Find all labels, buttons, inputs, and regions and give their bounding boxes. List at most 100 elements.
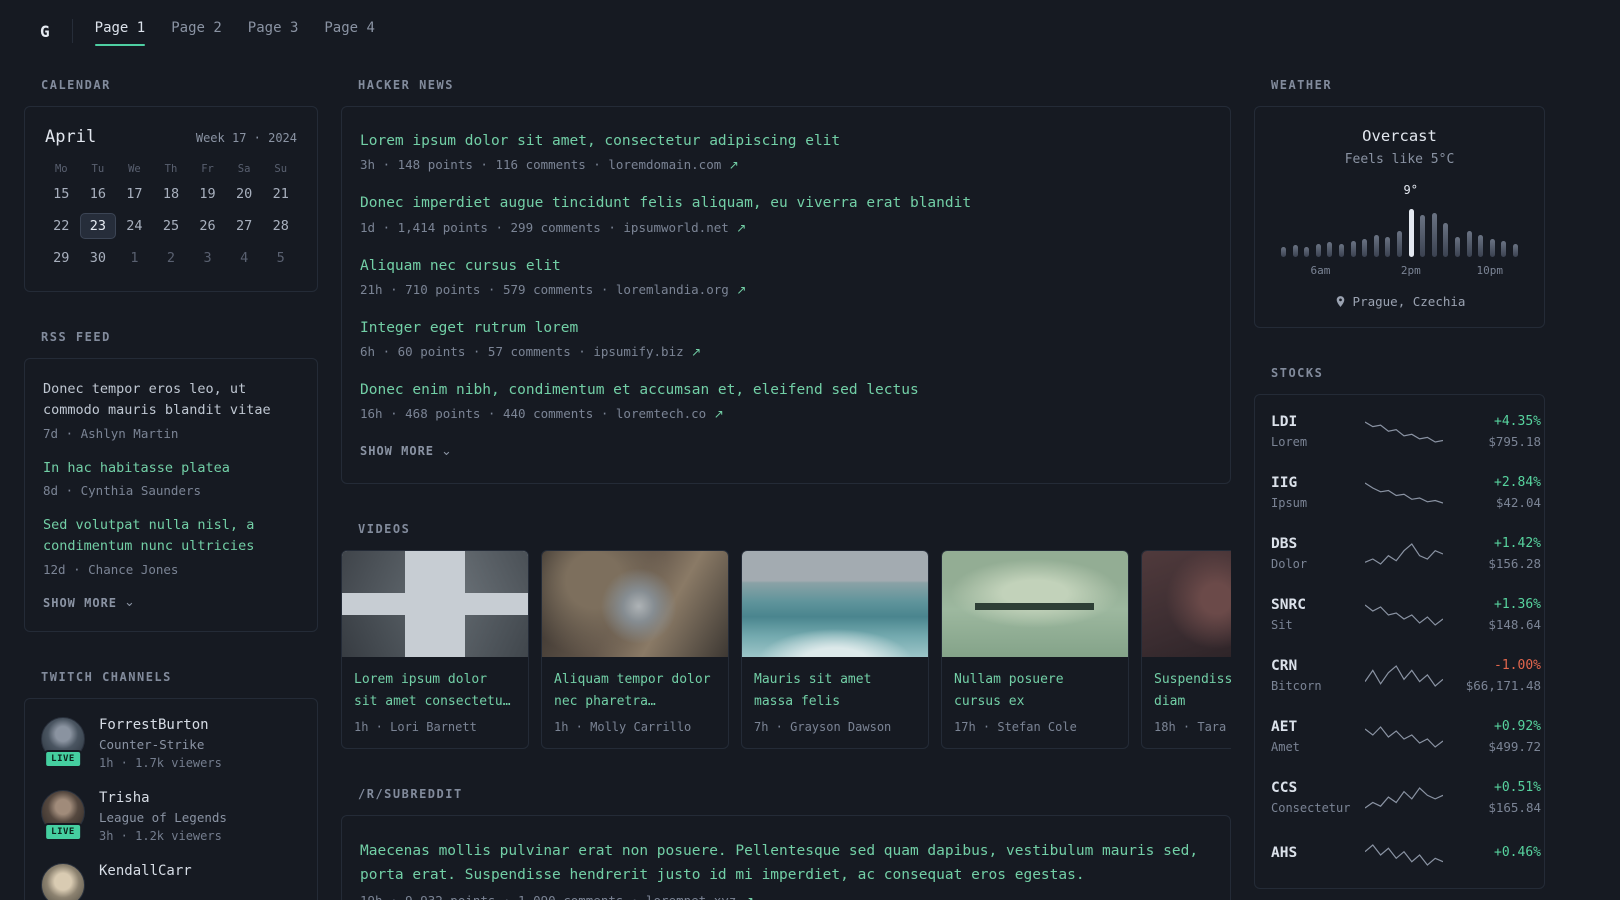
stock-sparkline — [1365, 540, 1443, 568]
hn-story-domain[interactable]: loremlandia.org — [616, 282, 729, 297]
stock-symbol: AHS — [1271, 844, 1298, 861]
calendar-day[interactable]: 28 — [262, 213, 299, 239]
stock-sparkline — [1365, 662, 1443, 690]
app-logo[interactable]: G — [40, 22, 50, 41]
stock-name: Lorem — [1271, 435, 1308, 449]
external-link-icon: ↗ — [736, 220, 747, 235]
reddit-post-title[interactable]: Maecenas mollis pulvinar erat non posuer… — [360, 840, 1212, 888]
live-badge: LIVE — [44, 749, 82, 768]
video-card[interactable]: Mauris sit amet massa felis 7h · Grayson… — [741, 550, 929, 749]
tab-page-3[interactable]: Page 3 — [248, 14, 299, 48]
channel-game[interactable]: League of Legends — [99, 810, 227, 825]
stock-row[interactable]: AHS +0.46% — [1271, 828, 1541, 882]
video-meta: 18h · Tara — [1154, 719, 1227, 734]
calendar-day[interactable]: 15 — [43, 181, 80, 207]
hn-story-domain[interactable]: loremtech.co — [616, 406, 706, 421]
video-thumbnail[interactable] — [742, 551, 928, 658]
hn-show-more-button[interactable]: SHOW MORE ⌄ — [360, 444, 453, 458]
channel-meta: 1h · 1.7k viewers — [99, 755, 222, 770]
stock-row[interactable]: DBS Dolor +1.42% $156.28 — [1271, 523, 1541, 584]
topbar: G Page 1 Page 2 Page 3 Page 4 — [0, 0, 1620, 62]
calendar-week-year: Week 17 · 2024 — [195, 131, 297, 145]
calendar-day[interactable]: 5 — [262, 245, 299, 271]
video-thumbnail[interactable] — [542, 551, 728, 658]
video-title[interactable]: Mauris sit amet massa felis — [754, 672, 871, 708]
hn-story-domain[interactable]: ipsumify.biz — [593, 344, 683, 359]
calendar-day[interactable]: 3 — [189, 245, 226, 271]
stock-row[interactable]: IIG Ipsum +2.84% $42.04 — [1271, 462, 1541, 523]
rss-item-title[interactable]: In hac habitasse platea — [43, 458, 299, 479]
channel-game[interactable]: Counter-Strike — [99, 737, 222, 752]
hn-story-domain[interactable]: ipsumworld.net — [623, 220, 728, 235]
calendar-day[interactable]: 23 — [79, 213, 117, 239]
video-title[interactable]: Nullam posuere cursus ex — [954, 672, 1064, 708]
calendar-day[interactable]: 25 — [153, 213, 190, 239]
video-thumbnail[interactable] — [342, 551, 528, 658]
hn-story-title[interactable]: Donec enim nibh, condimentum et accumsan… — [360, 380, 1212, 400]
video-meta: 1h · Lori Barnett — [354, 719, 477, 734]
rss-show-more-button[interactable]: SHOW MORE ⌄ — [43, 596, 136, 610]
hn-story-title[interactable]: Lorem ipsum dolor sit amet, consectetur … — [360, 131, 1212, 151]
calendar-day[interactable]: 17 — [116, 181, 153, 207]
tab-page-2[interactable]: Page 2 — [171, 14, 222, 48]
calendar-day[interactable]: 2 — [153, 245, 190, 271]
calendar-day-header: Su — [274, 163, 288, 175]
channel-name[interactable]: KendallCarr — [99, 863, 192, 879]
channel-name[interactable]: ForrestBurton — [99, 717, 209, 733]
video-title[interactable]: Lorem ipsum dolor sit amet consectetu… — [354, 672, 511, 708]
hn-story-title[interactable]: Donec imperdiet augue tincidunt felis al… — [360, 193, 1212, 213]
calendar-day[interactable]: 29 — [43, 245, 80, 271]
calendar-day[interactable]: 26 — [189, 213, 226, 239]
stock-name: Sit — [1271, 618, 1293, 632]
stock-sparkline — [1365, 418, 1443, 446]
tab-page-1[interactable]: Page 1 — [94, 14, 145, 48]
tab-page-4[interactable]: Page 4 — [324, 14, 375, 48]
hacker-news-section-title: HACKER NEWS — [358, 78, 454, 92]
calendar-day[interactable]: 4 — [226, 245, 263, 271]
weather-bar — [1431, 213, 1437, 257]
video-card[interactable]: Aliquam tempor dolor nec pharetra… 1h · … — [541, 550, 729, 749]
twitch-channel-row[interactable]: KendallCarr — [41, 862, 301, 900]
channel-info: Trisha League of Legends 3h · 1.2k viewe… — [99, 790, 227, 843]
calendar-day[interactable]: 27 — [226, 213, 263, 239]
rss-item-title[interactable]: Donec tempor eros leo, ut commodo mauris… — [43, 379, 299, 422]
external-link-icon: ↗ — [744, 894, 754, 900]
calendar-day[interactable]: 22 — [43, 213, 80, 239]
stock-row[interactable]: SNRC Sit +1.36% $148.64 — [1271, 584, 1541, 645]
calendar-day[interactable]: 1 — [116, 245, 153, 271]
stock-row[interactable]: CCS Consectetur +0.51% $165.84 — [1271, 767, 1541, 828]
twitch-channel-row[interactable]: LIVE ForrestBurton Counter-Strike 1h · 1… — [41, 716, 301, 770]
stock-symbol: DBS — [1271, 536, 1298, 552]
stock-row[interactable]: CRN Bitcorn -1.00% $66,171.48 — [1271, 645, 1541, 706]
subreddit-card: Maecenas mollis pulvinar erat non posuer… — [341, 814, 1231, 900]
channel-name[interactable]: Trisha — [99, 790, 150, 806]
stock-row[interactable]: AET Amet +0.92% $499.72 — [1271, 706, 1541, 767]
calendar-day[interactable]: 24 — [116, 213, 153, 239]
reddit-post-domain[interactable]: loremnet.xyz — [646, 893, 736, 900]
rss-item-title[interactable]: Sed volutpat nulla nisl, a condimentum n… — [43, 515, 299, 558]
weather-bar — [1478, 235, 1484, 257]
stock-row[interactable]: LDI Lorem +4.35% $795.18 — [1271, 401, 1541, 462]
calendar-day[interactable]: 20 — [226, 181, 263, 207]
calendar-day-header: Mo — [54, 163, 68, 175]
video-card[interactable]: Nullam posuere cursus ex 17h · Stefan Co… — [941, 550, 1129, 749]
hn-story-domain[interactable]: loremdomain.com — [608, 157, 721, 172]
calendar-day[interactable]: 21 — [262, 181, 299, 207]
weather-bar — [1362, 239, 1368, 257]
video-card[interactable]: Lorem ipsum dolor sit amet consectetu… 1… — [341, 550, 529, 749]
calendar-day[interactable]: 30 — [80, 245, 117, 271]
calendar-day[interactable]: 18 — [153, 181, 190, 207]
stock-change: +1.42% — [1494, 536, 1541, 551]
video-thumbnail[interactable] — [942, 551, 1128, 658]
hn-story-title[interactable]: Integer eget rutrum lorem — [360, 318, 1212, 338]
stock-symbol: SNRC — [1271, 597, 1306, 613]
video-title[interactable]: Aliquam tempor dolor nec pharetra… — [554, 672, 711, 708]
calendar-day[interactable]: 19 — [189, 181, 226, 207]
calendar-day[interactable]: 16 — [80, 181, 117, 207]
twitch-channel-row[interactable]: LIVE Trisha League of Legends 3h · 1.2k … — [41, 789, 301, 843]
video-title[interactable]: Suspendisse diam — [1154, 672, 1231, 708]
hn-story-stats: 1d · 1,414 points · 299 comments · — [360, 219, 616, 235]
hn-story-title[interactable]: Aliquam nec cursus elit — [360, 256, 1212, 276]
video-thumbnail[interactable] — [1142, 551, 1231, 658]
video-card[interactable]: Suspendisse diam 18h · Tara — [1141, 550, 1231, 749]
